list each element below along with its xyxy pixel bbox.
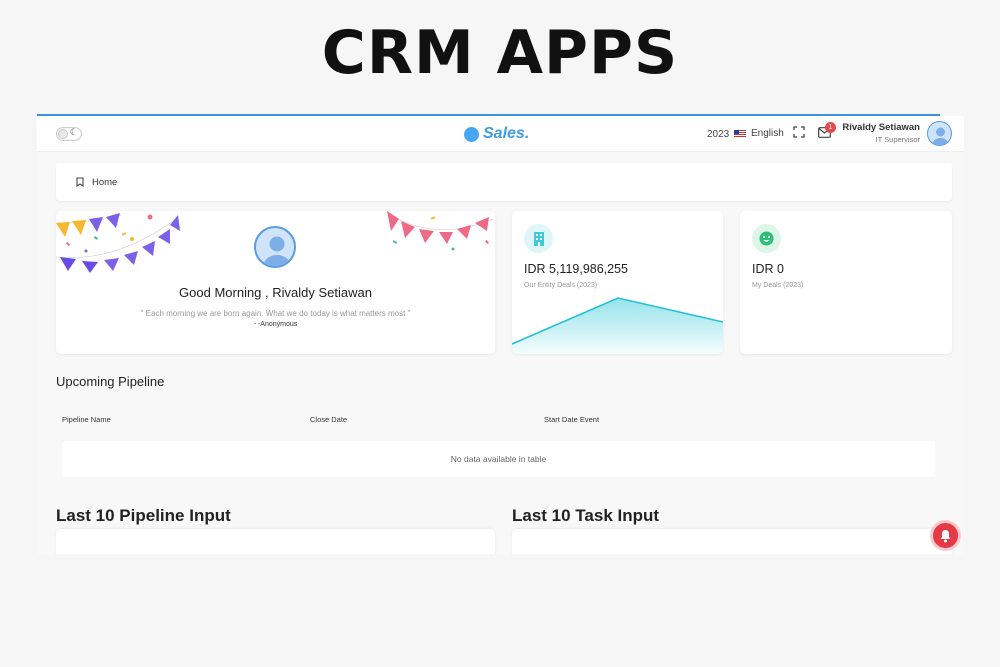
last-pipeline-panel (56, 529, 495, 554)
empty-table-message: No data available in table (62, 441, 935, 477)
theme-toggle[interactable]: ☾ (56, 127, 82, 141)
welcome-card: Good Morning , Rivaldy Setiawan " Each m… (56, 211, 495, 354)
bunting-right-decoration (386, 211, 494, 251)
brand-name: Sales. (483, 125, 530, 142)
my-deals-label: My Deals (2023) (752, 282, 804, 289)
bookmark-icon (76, 177, 84, 187)
bunting-left-decoration (56, 213, 180, 273)
user-name: Rivaldy Setiawan (842, 122, 920, 133)
user-role: IT Supervisor (875, 135, 920, 144)
column-header-start-date-event[interactable]: Start Date Event (544, 415, 599, 424)
quote-text: " Each morning we are born again. What w… (140, 309, 411, 318)
entity-deals-sparkline (512, 297, 723, 354)
logo-dot-icon (464, 126, 479, 142)
us-flag-icon (734, 129, 746, 138)
last-pipeline-title: Last 10 Pipeline Input (56, 506, 231, 525)
fullscreen-icon[interactable] (793, 126, 805, 141)
last-task-title: Last 10 Task Input (512, 506, 660, 525)
breadcrumb-home[interactable]: Home (92, 177, 117, 188)
column-header-close-date[interactable]: Close Date (310, 415, 347, 424)
toggle-knob (58, 129, 68, 139)
app-window: ☾ Sales. 2023 English 1 Rivaldy Setiawan… (37, 114, 964, 554)
smile-icon (752, 224, 781, 253)
entity-deals-label: Our Entity Deals (2023) (524, 282, 598, 289)
my-deals-value: IDR 0 (752, 262, 784, 276)
brand-logo[interactable]: Sales. (464, 125, 529, 143)
language-selector[interactable]: English (734, 128, 784, 139)
column-header-pipeline-name[interactable]: Pipeline Name (62, 415, 111, 424)
year-selector[interactable]: 2023 (707, 129, 729, 140)
greeting-text: Good Morning , Rivaldy Setiawan (179, 285, 372, 300)
building-icon (524, 224, 553, 253)
last-task-panel (512, 529, 952, 554)
bell-icon (940, 529, 951, 542)
my-deals-card: IDR 0 My Deals (2023) (740, 211, 952, 354)
entity-deals-value: IDR 5,119,986,255 (524, 262, 629, 276)
notification-alert-button[interactable] (930, 520, 961, 551)
pipeline-section-title: Upcoming Pipeline (56, 374, 165, 389)
navbar: ☾ Sales. 2023 English 1 Rivaldy Setiawan… (37, 116, 964, 152)
user-menu[interactable]: Rivaldy Setiawan IT Supervisor (827, 122, 920, 144)
entity-deals-card: IDR 5,119,986,255 Our Entity Deals (2023… (512, 211, 723, 354)
user-avatar-large (254, 226, 296, 268)
quote-author: - -Anonymous (253, 321, 298, 328)
moon-icon: ☾ (69, 127, 78, 137)
avatar[interactable] (927, 121, 952, 146)
breadcrumb: Home (56, 163, 952, 201)
hero-title: CRM APPS (321, 18, 679, 88)
language-label: English (751, 128, 784, 139)
